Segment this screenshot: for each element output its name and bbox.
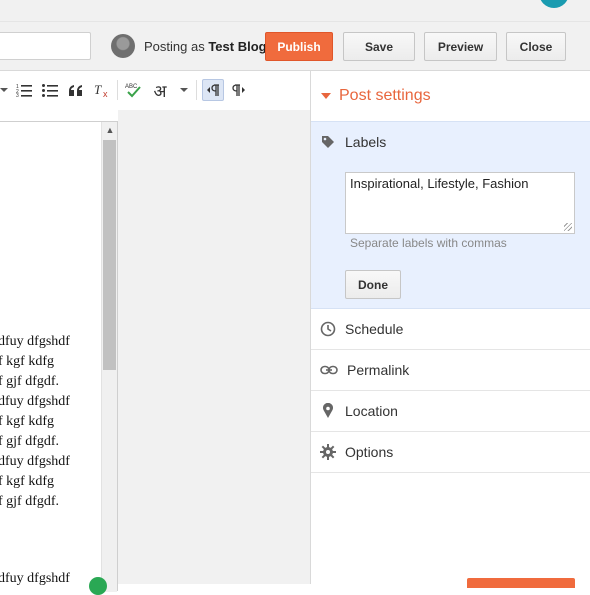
labels-textarea[interactable]: Inspirational, Lifestyle, Fashion xyxy=(345,172,575,234)
numbered-list-icon[interactable]: 123 xyxy=(14,80,34,100)
labels-heading[interactable]: Labels xyxy=(321,134,386,150)
tag-icon xyxy=(321,135,345,149)
post-body-text[interactable]: dfuy dfgshdf f kgf kdfg f gjf dfgdf. dfu… xyxy=(0,332,102,512)
body-line: f kgf kdfg xyxy=(0,354,54,369)
section-label: Options xyxy=(345,444,394,460)
body-line: f gjf dfgdf. xyxy=(0,374,60,389)
body-line: f gjf dfgdf. xyxy=(0,434,60,449)
quote-icon[interactable] xyxy=(66,80,86,100)
link-icon xyxy=(311,365,347,375)
input-tools-dropdown-icon[interactable] xyxy=(179,80,189,100)
author-avatar xyxy=(111,34,135,58)
close-button[interactable]: Close xyxy=(506,32,566,61)
floating-action-bar[interactable] xyxy=(467,578,575,588)
post-settings-header[interactable]: Post settings xyxy=(311,71,590,121)
section-schedule[interactable]: Schedule xyxy=(311,309,590,350)
pin-icon xyxy=(311,403,345,419)
body-line: f gjf dfgdf. xyxy=(0,494,60,509)
toolbar-divider xyxy=(117,80,118,100)
svg-text:3: 3 xyxy=(16,93,19,97)
resize-grip-icon[interactable] xyxy=(564,223,572,231)
editor-gutter xyxy=(118,110,310,584)
labels-section: Labels Inspirational, Lifestyle, Fashion… xyxy=(311,121,590,309)
dropdown-arrow-icon[interactable] xyxy=(0,80,8,100)
caret-down-icon xyxy=(321,93,331,99)
bullet-list-icon[interactable] xyxy=(40,80,60,100)
body-line: dfuy dfgshdf xyxy=(0,394,70,409)
publish-button[interactable]: Publish xyxy=(265,32,333,61)
ltr-icon[interactable] xyxy=(202,79,224,101)
editor-header: Posting as Test Blog Publish Save Previe… xyxy=(0,22,590,71)
labels-heading-text: Labels xyxy=(345,134,387,150)
editor-scrollbar[interactable]: ▲ xyxy=(101,122,117,592)
section-location[interactable]: Location xyxy=(311,391,590,432)
gear-icon xyxy=(311,444,345,460)
spellcheck-icon[interactable]: ABC xyxy=(124,80,144,100)
section-label: Schedule xyxy=(345,321,404,337)
body-line: dfuy dfgshdf xyxy=(0,334,70,349)
svg-text:x: x xyxy=(103,89,108,98)
section-options[interactable]: Options xyxy=(311,432,590,473)
labels-done-button[interactable]: Done xyxy=(345,270,401,299)
rtl-icon[interactable] xyxy=(229,80,249,100)
format-toolbar: 123 Tx ABC अ xyxy=(0,71,310,110)
labels-hint: Separate labels with commas xyxy=(350,236,507,250)
svg-text:ABC: ABC xyxy=(125,84,138,90)
posting-as: Posting as Test Blog xyxy=(144,39,267,54)
section-permalink[interactable]: Permalink xyxy=(311,350,590,391)
grammar-check-icon[interactable] xyxy=(89,577,107,595)
scroll-up-icon[interactable]: ▲ xyxy=(102,122,118,138)
save-button[interactable]: Save xyxy=(343,32,415,61)
section-label: Permalink xyxy=(347,362,410,378)
body-line: f kgf kdfg xyxy=(0,414,54,429)
toolbar-divider xyxy=(196,80,197,100)
svg-text:T: T xyxy=(94,82,102,97)
posting-prefix: Posting as xyxy=(144,39,205,54)
remove-format-icon[interactable]: Tx xyxy=(92,80,112,100)
body-line: f kgf kdfg xyxy=(0,474,54,489)
post-settings-title: Post settings xyxy=(339,87,431,104)
top-strip xyxy=(0,0,590,22)
post-settings-panel: Post settings Labels Inspirational, Life… xyxy=(310,71,590,584)
input-tools-icon[interactable]: अ xyxy=(150,80,170,101)
clock-icon xyxy=(311,321,345,337)
blog-name: Test Blog xyxy=(208,39,267,54)
scroll-thumb[interactable] xyxy=(103,140,116,370)
post-title-input[interactable] xyxy=(0,32,91,60)
preview-button[interactable]: Preview xyxy=(424,32,497,61)
body-line: dfuy dfgshdf xyxy=(0,571,70,586)
body-line: dfuy dfgshdf xyxy=(0,454,70,469)
labels-value: Inspirational, Lifestyle, Fashion xyxy=(350,176,529,191)
section-label: Location xyxy=(345,403,398,419)
